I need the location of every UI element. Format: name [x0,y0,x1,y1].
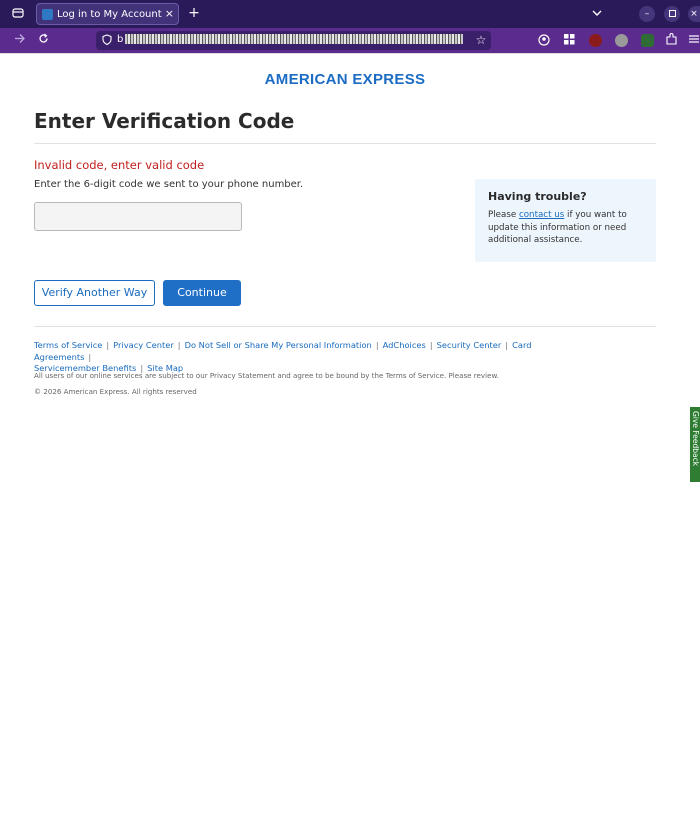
give-feedback-tab[interactable]: Give Feedback [690,407,700,482]
error-message: Invalid code, enter valid code [34,158,205,172]
close-icon[interactable]: × [165,7,174,21]
contact-us-link[interactable]: contact us [519,210,564,220]
puzzle-extensions-icon[interactable] [664,33,678,48]
browser-tab[interactable]: Log in to My Account | American Express … [36,3,179,25]
account-icon[interactable] [537,34,551,49]
trouble-text: Please contact us if you want to update … [488,210,627,245]
star-icon[interactable]: ☆ [474,33,488,47]
continue-button[interactable]: Continue [163,280,241,306]
back-arrow-icon[interactable] [12,33,26,47]
footer-links: Terms of Service | Privacy Center | Do Not S… [34,340,532,373]
verify-another-way-button[interactable]: Verify Another Way [34,280,155,306]
tab-overview-icon[interactable] [11,7,25,22]
trouble-title: Having trouble? [488,190,587,203]
redacted-url [125,34,463,44]
url-text[interactable]: b [117,33,463,47]
extension-gray-icon[interactable] [615,34,628,47]
plus-icon[interactable]: + [187,6,201,20]
legal-text: All users of our online services are sub… [34,371,499,380]
extension-green-icon[interactable] [641,34,654,47]
footer-link-security-center[interactable]: Security Center [437,340,502,350]
hamburger-menu-icon[interactable] [688,33,700,47]
amex-logo[interactable]: AMERICAN EXPRESS [0,71,690,88]
footer-divider [34,326,656,327]
trouble-panel: Having trouble? Please contact us if you… [475,179,656,262]
feedback-label: Give Feedback [691,411,700,467]
footer-link-do-not-sell[interactable]: Do Not Sell or Share My Personal Informa… [185,340,372,350]
tab-title: Log in to My Account | American Express [57,9,163,20]
shield-icon[interactable] [101,34,113,48]
maximize-icon[interactable] [664,6,680,22]
chevron-down-icon[interactable] [590,7,604,21]
page-title: Enter Verification Code [34,109,295,133]
browser-tab-bar: Log in to My Account | American Express … [0,0,700,28]
title-divider [34,143,656,144]
window-close-icon[interactable]: × [688,6,700,22]
page-content: AMERICAN EXPRESS Enter Verification Code… [0,53,700,835]
verification-code-input[interactable] [34,202,242,231]
extensions-grid-icon[interactable] [562,34,576,48]
copyright-text: © 2026 American Express. All rights rese… [34,387,197,396]
footer-link-privacy-center[interactable]: Privacy Center [113,340,174,350]
reload-icon[interactable] [36,33,50,47]
minimize-icon[interactable]: – [639,6,655,22]
amex-favicon-icon [42,9,53,20]
browser-nav-bar: b ☆ [0,28,700,53]
footer-link-adchoices[interactable]: AdChoices [383,340,426,350]
instructions-text: Enter the 6-digit code we sent to your p… [34,179,304,190]
ublock-extension-icon[interactable] [589,34,602,47]
url-bar[interactable]: b ☆ [96,31,491,50]
footer-link-terms[interactable]: Terms of Service [34,340,102,350]
